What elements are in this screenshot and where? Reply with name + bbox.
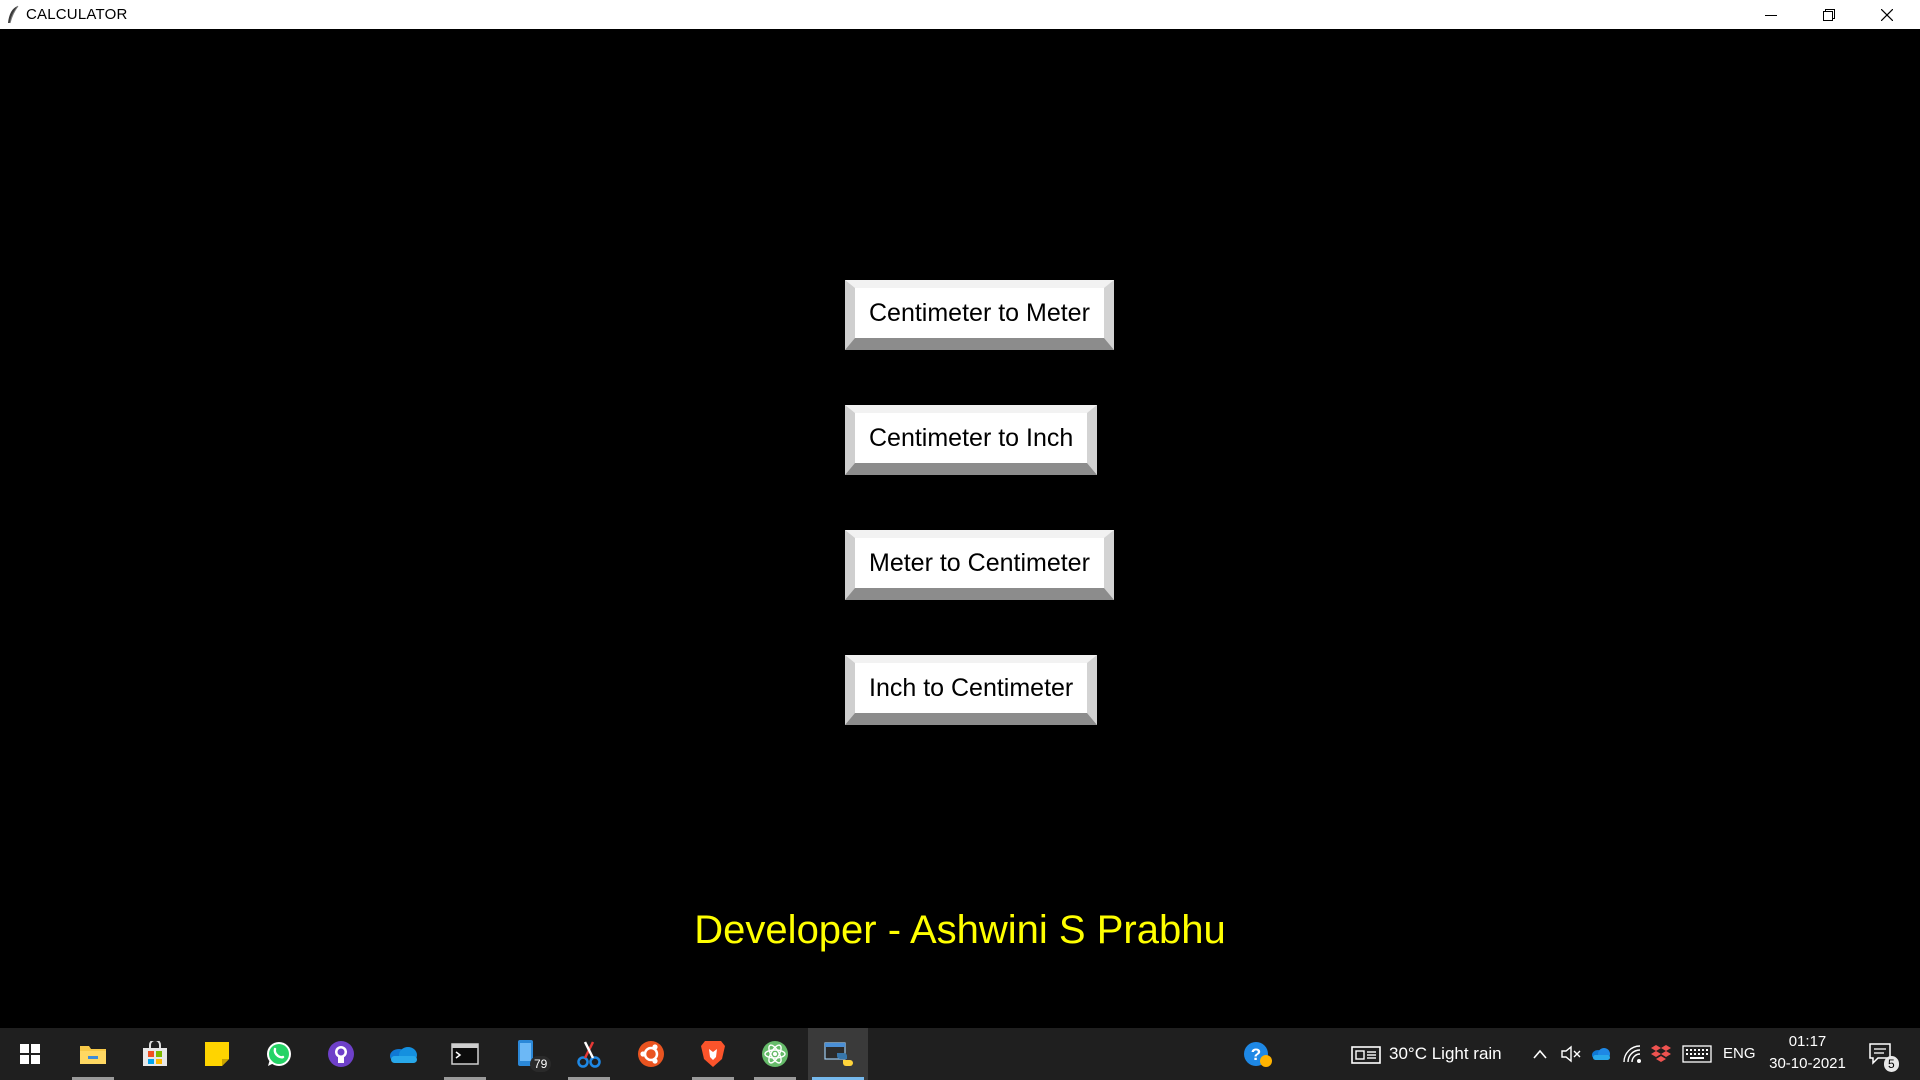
restore-button[interactable] [1800, 0, 1858, 29]
ubuntu-icon [638, 1041, 664, 1067]
window-title: CALCULATOR [26, 6, 128, 23]
taskbar-brave[interactable] [688, 1028, 738, 1080]
dropbox-icon[interactable] [1650, 1043, 1672, 1065]
windows-start-icon [20, 1044, 40, 1064]
microsoft-store-icon [143, 1041, 167, 1066]
taskbar-snipping-tool[interactable] [564, 1028, 614, 1080]
whatsapp-icon [267, 1042, 291, 1066]
taskbar-microsoft-store[interactable] [130, 1028, 180, 1080]
taskbar-ubuntu[interactable] [626, 1028, 676, 1080]
notification-badge: 5 [1884, 1056, 1899, 1072]
chevron-up-icon[interactable] [1532, 1048, 1548, 1060]
close-icon [1881, 8, 1893, 21]
language-indicator[interactable]: ENG [1723, 1045, 1756, 1062]
inch-to-centimeter-button[interactable]: Inch to Centimeter [845, 655, 1098, 725]
keyboard-icon[interactable] [1682, 1045, 1712, 1063]
app-client-area [0, 29, 1920, 1028]
start-button[interactable] [5, 1028, 55, 1080]
volume-muted-icon[interactable] [1560, 1045, 1582, 1063]
sticky-notes-icon [205, 1042, 229, 1066]
github-icon [328, 1041, 354, 1067]
centimeter-to-meter-button[interactable]: Centimeter to Meter [845, 280, 1114, 350]
file-explorer-icon [80, 1046, 106, 1064]
feather-icon [8, 5, 19, 24]
clock-date[interactable]: 30-10-2021 [1765, 1055, 1850, 1072]
clock-time[interactable]: 01:17 [1770, 1033, 1845, 1050]
onedrive-tray-icon[interactable] [1590, 1045, 1612, 1063]
brave-icon [701, 1041, 725, 1067]
weather-news-icon[interactable] [1351, 1045, 1381, 1065]
atom-icon [762, 1041, 788, 1067]
taskbar-github-desktop[interactable] [316, 1028, 366, 1080]
close-button[interactable] [1858, 0, 1916, 29]
taskbar-file-explorer[interactable] [68, 1028, 118, 1080]
taskbar-sticky-notes[interactable] [192, 1028, 242, 1080]
svg-text:?: ? [1251, 1045, 1261, 1064]
snipping-tool-icon [577, 1041, 601, 1068]
terminal-icon [451, 1043, 479, 1065]
help-icon[interactable]: ? [1243, 1041, 1273, 1069]
minimize-button[interactable] [1742, 0, 1800, 29]
onedrive-icon [390, 1047, 417, 1063]
taskbar-terminal[interactable] [440, 1028, 490, 1080]
taskbar-whatsapp[interactable] [254, 1028, 304, 1080]
meter-to-centimeter-button[interactable]: Meter to Centimeter [845, 530, 1114, 600]
phone-link-badge: 79 [530, 1056, 552, 1072]
taskbar-onedrive[interactable] [378, 1028, 428, 1080]
weather-text[interactable]: 30°C Light rain [1389, 1044, 1502, 1064]
developer-credit: Developer - Ashwini S Prabhu [694, 908, 1226, 952]
minimize-icon [1765, 14, 1777, 16]
restore-icon [1823, 8, 1835, 21]
taskbar: 79 ? 30°C Light rain ENG 01:17 30-10-202… [0, 1028, 1920, 1080]
python-icon [824, 1042, 853, 1066]
taskbar-phone-link[interactable]: 79 [502, 1028, 552, 1080]
centimeter-to-inch-button[interactable]: Centimeter to Inch [845, 405, 1098, 475]
wifi-icon[interactable] [1622, 1044, 1644, 1064]
notification-center-button[interactable]: 5 [1862, 1036, 1902, 1074]
taskbar-atom[interactable] [750, 1028, 800, 1080]
title-bar: CALCULATOR [0, 0, 1920, 29]
taskbar-python[interactable] [808, 1028, 868, 1080]
